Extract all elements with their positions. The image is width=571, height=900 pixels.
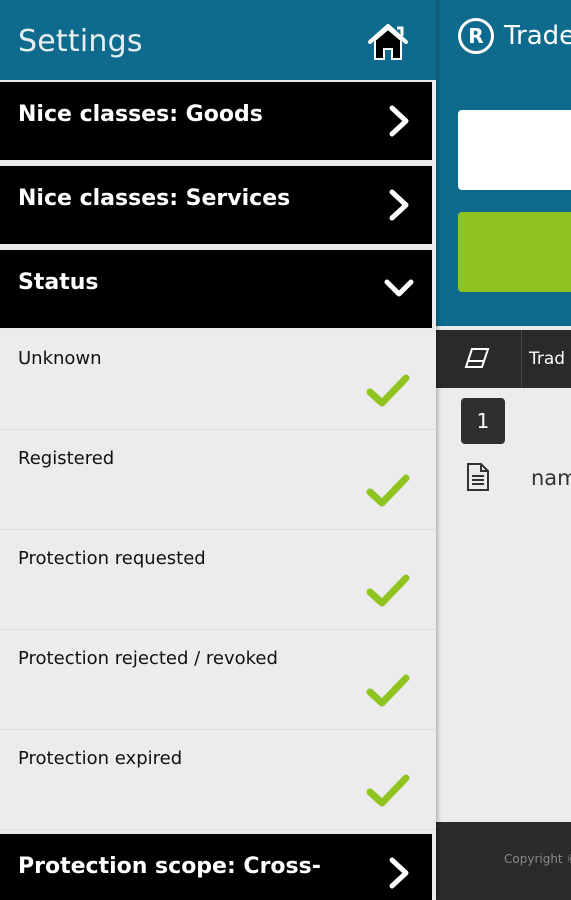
- search-input[interactable]: [458, 110, 571, 190]
- checkmark-icon: [366, 774, 410, 807]
- main-header: R Trade: [436, 0, 571, 326]
- status-option-protection-rejected[interactable]: Protection rejected / revoked: [0, 630, 436, 730]
- option-label: Protection rejected / revoked: [18, 648, 278, 669]
- chevron-right-icon: [389, 105, 409, 137]
- status-option-protection-expired[interactable]: Protection expired: [0, 730, 436, 830]
- status-option-registered[interactable]: Registered: [0, 430, 436, 530]
- main-screen: R Trade Trad 1 nam Copyright ©: [436, 0, 571, 900]
- drawer-header: Settings: [0, 0, 436, 80]
- section-label: Status: [18, 270, 99, 295]
- page-number-badge[interactable]: 1: [461, 398, 505, 444]
- option-label: Protection requested: [18, 548, 206, 569]
- results-table-header: Trad: [436, 330, 571, 388]
- result-name-text[interactable]: nam: [531, 466, 571, 490]
- document-icon: [467, 463, 489, 491]
- drawer-title: Settings: [18, 24, 143, 59]
- option-label: Unknown: [18, 348, 102, 369]
- section-nice-goods[interactable]: Nice classes: Goods: [0, 82, 432, 160]
- section-label: Nice classes: Goods: [18, 102, 263, 127]
- status-option-unknown[interactable]: Unknown: [0, 330, 436, 430]
- section-protection-scope[interactable]: Protection scope: Cross-: [0, 834, 432, 900]
- section-label: Nice classes: Services: [18, 186, 291, 211]
- chevron-right-icon: [389, 189, 409, 221]
- footer: Copyright ©: [436, 822, 571, 900]
- copyright-text: Copyright ©: [504, 852, 571, 866]
- checkmark-icon: [366, 674, 410, 707]
- option-label: Protection expired: [18, 748, 183, 769]
- column-header-trademark[interactable]: Trad: [529, 349, 565, 369]
- app-title: R Trade: [458, 18, 571, 54]
- app-title-text: Trade: [504, 21, 571, 51]
- section-label: Protection scope: Cross-: [18, 854, 321, 879]
- checkmark-icon: [366, 574, 410, 607]
- registered-trademark-icon: R: [458, 18, 494, 54]
- eraser-icon: [464, 348, 490, 368]
- section-nice-services[interactable]: Nice classes: Services: [0, 166, 432, 244]
- search-button[interactable]: [458, 212, 571, 292]
- chevron-right-icon: [389, 857, 409, 889]
- status-option-protection-requested[interactable]: Protection requested: [0, 530, 436, 630]
- column-divider: [521, 330, 522, 388]
- section-status[interactable]: Status: [0, 250, 432, 328]
- settings-drawer: Settings Nice classes: Goods Nice classe…: [0, 0, 436, 900]
- checkmark-icon: [366, 474, 410, 507]
- chevron-down-icon: [384, 279, 414, 297]
- checkmark-icon: [366, 374, 410, 407]
- option-label: Registered: [18, 448, 115, 469]
- home-icon[interactable]: [366, 22, 410, 62]
